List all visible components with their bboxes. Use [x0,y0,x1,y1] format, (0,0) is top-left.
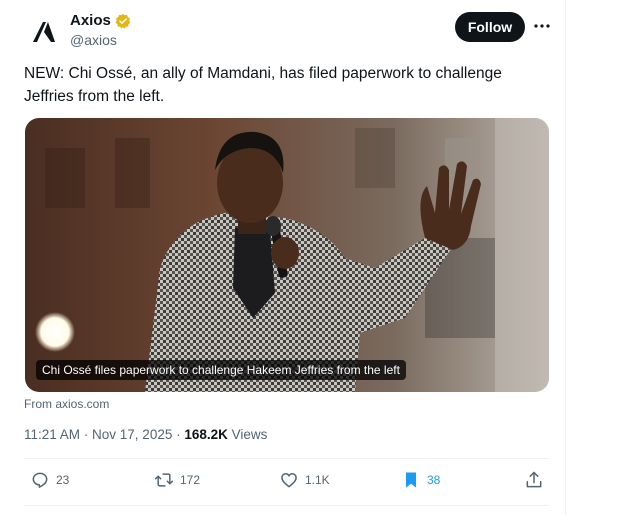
author-name-row: Axios [70,12,131,29]
axios-logo-icon [33,22,55,42]
tweet-timestamp[interactable]: 11:21 AM · Nov 17, 2025 · [24,427,184,442]
reply-count: 23 [56,473,70,487]
divider-bottom [24,505,549,506]
repost-icon [154,473,174,487]
heart-icon [281,473,297,488]
bookmark-filled-icon [406,472,416,488]
follow-button[interactable]: Follow [455,12,525,42]
link-card-image[interactable]: Chi Ossé files paperwork to challenge Ha… [25,118,549,392]
repost-count: 172 [180,473,201,487]
verified-badge-icon [115,13,131,29]
timeline-right-border [565,0,566,515]
author-handle[interactable]: @axios [70,32,117,48]
divider [24,458,549,459]
tweet: Axios @axios Follow NEW: Chi Ossé, an al… [0,0,565,515]
news-photo [25,118,549,392]
repost-button[interactable]: 172 [154,470,200,490]
reply-button[interactable]: 23 [30,470,69,490]
like-button[interactable]: 1.1K [279,470,330,490]
views-count: 168.2K [184,427,228,442]
bookmark-button[interactable]: 38 [401,470,440,490]
link-source[interactable]: From axios.com [24,397,109,411]
tweet-text: NEW: Chi Ossé, an ally of Mamdani, has f… [24,65,502,105]
avatar[interactable] [24,12,64,52]
share-button[interactable] [524,470,544,490]
views-label: Views [227,427,268,442]
tweet-meta: 11:21 AM · Nov 17, 2025 · 168.2K Views [24,427,267,442]
more-horizontal-icon [534,24,550,28]
media-caption: Chi Ossé files paperwork to challenge Ha… [36,360,406,380]
more-button[interactable] [530,14,554,38]
author-name[interactable]: Axios [70,12,111,29]
reply-icon [32,472,48,488]
like-count: 1.1K [305,473,330,487]
share-icon [526,471,542,488]
bookmark-count: 38 [427,473,441,487]
tweet-actions: 23 172 1.1K 38 [24,470,549,494]
